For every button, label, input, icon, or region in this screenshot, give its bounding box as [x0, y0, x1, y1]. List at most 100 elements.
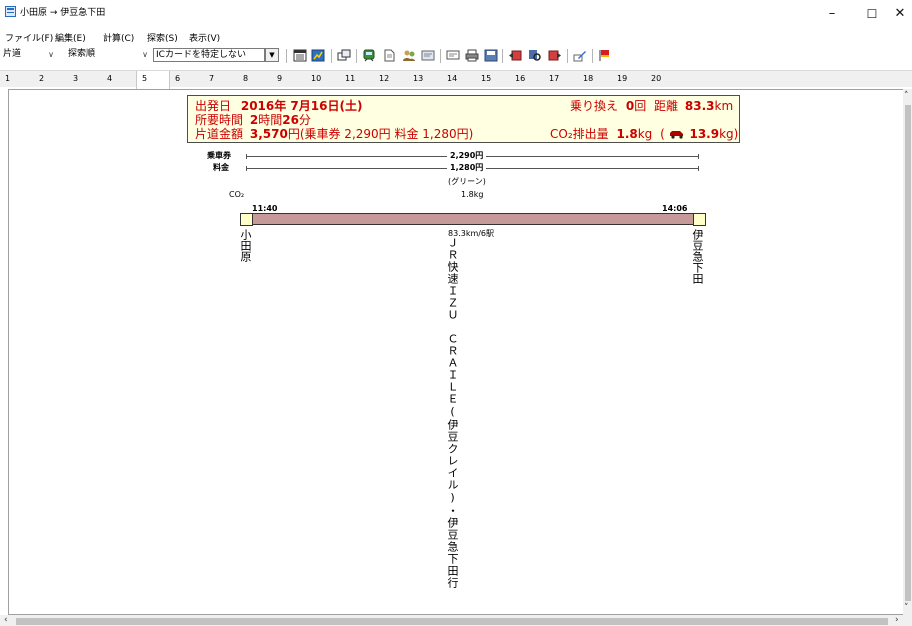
tab-5[interactable]: 5: [136, 71, 170, 89]
tab-3[interactable]: 3: [68, 71, 102, 88]
tab-8[interactable]: 8: [238, 71, 272, 88]
direction-select[interactable]: 片道 ∨: [1, 48, 56, 62]
route-summary: 出発日 2016年 7月16日(土) 所要時間 2時間26分 片道金額 3,57…: [187, 95, 740, 143]
co2-row-label: CO₂: [229, 190, 245, 199]
co2-label: CO₂排出量: [550, 127, 609, 141]
vertical-scrollbar[interactable]: ˄ ˅: [903, 89, 912, 615]
chevron-down-icon: ∨: [48, 50, 54, 59]
copy-icon[interactable]: [337, 49, 351, 62]
menu-bar: ファイル(F) 編集(E) 計算(C) 探索(S) 表示(V): [0, 29, 912, 45]
tab-13[interactable]: 13: [408, 71, 442, 88]
toolbar-separator: [592, 49, 593, 63]
tab-18[interactable]: 18: [578, 71, 612, 88]
transfer-unit: 回: [634, 99, 647, 113]
search-icon[interactable]: [528, 49, 542, 62]
edit-icon[interactable]: [573, 49, 587, 62]
result-tabs: 1 2 3 4 5 6 7 8 9 10 11 12 13 14 15 16 1…: [0, 70, 912, 89]
tab-17[interactable]: 17: [544, 71, 578, 88]
scroll-left-icon[interactable]: ‹: [4, 615, 8, 625]
seat-class-note: (グリーン): [448, 177, 486, 186]
tab-2[interactable]: 2: [34, 71, 68, 88]
scroll-down-icon[interactable]: ˅: [904, 603, 909, 613]
car-co2-unit: kg): [719, 127, 739, 141]
sort-select[interactable]: 探索順 ∨: [66, 48, 150, 62]
save-icon[interactable]: [484, 49, 498, 62]
destination-station-marker[interactable]: [693, 213, 706, 226]
tab-7[interactable]: 7: [204, 71, 238, 88]
transfer-count: 0: [625, 99, 635, 113]
surcharge-value: 1,280円: [447, 162, 487, 173]
tab-16[interactable]: 16: [510, 71, 544, 88]
close-button[interactable]: ✕: [880, 0, 912, 28]
chart-icon[interactable]: [311, 49, 325, 62]
fare-label: 片道金額: [195, 127, 244, 141]
ic-card-select[interactable]: ICカードを特定しない: [153, 48, 265, 62]
tab-1[interactable]: 1: [0, 71, 34, 88]
fare-tick: [698, 166, 699, 171]
people-icon[interactable]: [402, 49, 416, 62]
print-icon[interactable]: [465, 49, 479, 62]
toolbar-separator: [356, 49, 357, 63]
document-icon[interactable]: [382, 49, 396, 62]
toolbar-separator: [286, 49, 287, 63]
vertical-scroll-thumb[interactable]: [905, 105, 911, 601]
tab-4[interactable]: 4: [102, 71, 136, 88]
menu-view[interactable]: 表示(V): [189, 31, 220, 44]
message-icon[interactable]: [446, 49, 460, 62]
tab-12[interactable]: 12: [374, 71, 408, 88]
car-icon: [669, 131, 683, 139]
ticket-fare-value: 2,290円: [447, 150, 487, 161]
tab-20[interactable]: 20: [646, 71, 680, 88]
menu-search[interactable]: 探索(S): [147, 31, 178, 44]
forward-icon[interactable]: [548, 49, 562, 62]
fare-tick: [246, 154, 247, 159]
horizontal-scrollbar[interactable]: ‹ ›: [0, 615, 912, 626]
scroll-right-icon[interactable]: ›: [895, 615, 899, 625]
tab-9[interactable]: 9: [272, 71, 306, 88]
tab-19[interactable]: 19: [612, 71, 646, 88]
distance-unit: km: [714, 99, 734, 113]
tab-15[interactable]: 15: [476, 71, 510, 88]
toolbar-separator: [567, 49, 568, 63]
calendar-icon[interactable]: [5, 6, 16, 17]
tab-10[interactable]: 10: [306, 71, 340, 88]
window-icon[interactable]: [421, 49, 435, 62]
arrive-time: 14:06: [662, 204, 688, 213]
tab-14[interactable]: 14: [442, 71, 476, 88]
minimize-button[interactable]: –: [812, 0, 852, 28]
tab-6[interactable]: 6: [170, 71, 204, 88]
back-icon[interactable]: [508, 49, 522, 62]
route-segment-bar[interactable]: [252, 213, 695, 225]
horizontal-scroll-thumb[interactable]: [16, 618, 888, 625]
car-open: (: [660, 127, 665, 141]
fare-tick: [246, 166, 247, 171]
tab-11[interactable]: 11: [340, 71, 374, 88]
co2-row-value: 1.8kg: [461, 190, 484, 199]
fare-detail: 円(乗車券 2,290円 料金 1,280円): [287, 127, 474, 141]
destination-station-name[interactable]: 伊豆急下田: [691, 229, 704, 284]
menu-calculate[interactable]: 計算(C): [103, 31, 134, 44]
fare-tick: [698, 154, 699, 159]
calendar-icon[interactable]: [293, 49, 307, 62]
chevron-down-icon: ∨: [142, 50, 148, 59]
direction-value: 片道: [3, 49, 22, 59]
toolbar-separator: [331, 49, 332, 63]
car-co2-value: 13.9: [689, 127, 720, 141]
train-name[interactable]: ＪＲ快速ＩＺＵ ＣＲＡＩＬＥ(伊豆クレイル)・伊豆急下田行: [446, 237, 459, 589]
menu-edit[interactable]: 編集(E): [55, 31, 86, 44]
distance-value: 83.3: [684, 99, 715, 113]
ticket-fare-label: 乗車券: [207, 151, 231, 160]
menu-file[interactable]: ファイル(F): [5, 31, 53, 44]
origin-station-marker[interactable]: [240, 213, 253, 226]
title-bar: 小田原 → 伊豆急下田 – ☐ ✕: [0, 0, 912, 28]
depart-time: 11:40: [252, 204, 278, 213]
train-icon[interactable]: [362, 49, 376, 62]
toolbar: 片道 ∨ 探索順 ∨ ICカードを特定しない ▼: [0, 46, 912, 66]
scroll-up-icon[interactable]: ˄: [904, 91, 909, 101]
origin-station-name[interactable]: 小田原: [239, 229, 252, 262]
fare-total: 3,570: [249, 127, 288, 141]
ic-card-dropdown-button[interactable]: ▼: [265, 48, 279, 62]
co2-unit: kg: [637, 127, 653, 141]
flag-icon[interactable]: [598, 49, 612, 62]
distance-label: 距離: [654, 99, 679, 113]
